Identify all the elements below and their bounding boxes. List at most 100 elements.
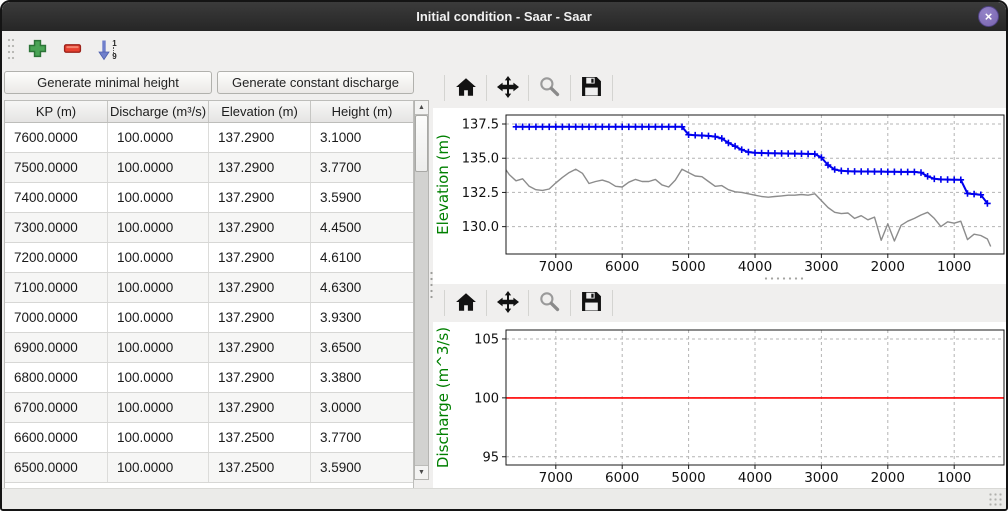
table-cell[interactable]: 137.2900	[209, 273, 311, 302]
table-cell[interactable]: 100.0000	[108, 363, 209, 392]
table-row[interactable]: 7000.0000100.0000137.29003.9300	[5, 303, 413, 333]
generate-constant-discharge-button[interactable]: Generate constant discharge	[217, 71, 414, 94]
table-cell[interactable]: 100.0000	[108, 423, 209, 452]
table-cell[interactable]: 137.2900	[209, 363, 311, 392]
remove-row-button[interactable]	[56, 35, 88, 65]
table-row[interactable]: 7300.0000100.0000137.29004.4500	[5, 213, 413, 243]
scrollbar-thumb[interactable]	[415, 115, 428, 172]
status-bar	[2, 488, 1006, 509]
table-cell[interactable]: 100.0000	[108, 393, 209, 422]
x-tick-label: 1000	[937, 259, 971, 275]
home-button[interactable]	[449, 73, 482, 103]
table-cell[interactable]: 6900.0000	[5, 333, 108, 362]
discharge-chart-canvas[interactable]: 700060005000400030002000100010510095Disc…	[433, 322, 1006, 488]
scroll-down-button[interactable]: ▼	[415, 465, 428, 479]
column-header: KP (m)	[5, 101, 108, 122]
table-cell[interactable]: 3.5900	[311, 183, 413, 212]
table-cell[interactable]: 4.6100	[311, 243, 413, 272]
table-cell[interactable]: 100.0000	[108, 153, 209, 182]
chart-pane-grip[interactable]	[763, 276, 805, 281]
zoom-icon	[539, 76, 560, 100]
table-cell[interactable]: 137.2900	[209, 213, 311, 242]
table-cell[interactable]: 100.0000	[108, 123, 209, 152]
table-cell[interactable]: 137.2900	[209, 393, 311, 422]
table-cell[interactable]: 3.1000	[311, 123, 413, 152]
table-cell[interactable]: 137.2900	[209, 183, 311, 212]
table-row[interactable]: 7500.0000100.0000137.29003.7700	[5, 153, 413, 183]
table-row[interactable]: 7600.0000100.0000137.29003.1000	[5, 123, 413, 153]
y-axis-label: Elevation (m)	[434, 134, 452, 235]
table-row[interactable]: 6800.0000100.0000137.29003.3800	[5, 363, 413, 393]
table-cell[interactable]: 137.2500	[209, 423, 311, 452]
table-cell[interactable]: 7100.0000	[5, 273, 108, 302]
table-cell[interactable]: 3.0000	[311, 393, 413, 422]
table-cell[interactable]: 7300.0000	[5, 213, 108, 242]
sort-rows-button[interactable]: 1 9	[91, 35, 123, 65]
elevation-chart-canvas[interactable]: 7000600050004000300020001000137.5135.013…	[433, 108, 1006, 284]
home-icon	[455, 77, 477, 100]
close-button[interactable]: ×	[978, 6, 999, 27]
table-cell[interactable]: 100.0000	[108, 273, 209, 302]
table-cell[interactable]: 3.5900	[311, 453, 413, 482]
table-cell[interactable]: 137.2900	[209, 153, 311, 182]
save-button[interactable]	[575, 288, 608, 318]
table-cell[interactable]: 7200.0000	[5, 243, 108, 272]
table-row[interactable]: 6600.0000100.0000137.25003.7700	[5, 423, 413, 453]
pan-button[interactable]	[491, 73, 524, 103]
y-tick-label: 132.5	[462, 186, 499, 201]
table-cell[interactable]: 3.9300	[311, 303, 413, 332]
table-cell[interactable]: 7400.0000	[5, 183, 108, 212]
window-resize-grip[interactable]	[988, 492, 1002, 506]
pan-icon	[497, 76, 519, 101]
y-tick-label: 135.0	[462, 152, 499, 167]
table-cell[interactable]: 4.4500	[311, 213, 413, 242]
table-row[interactable]: 6500.0000100.0000137.25003.5900	[5, 453, 413, 483]
table-cell[interactable]: 6600.0000	[5, 423, 108, 452]
main-toolbar: 1 9	[2, 31, 430, 69]
table-cell[interactable]: 6800.0000	[5, 363, 108, 392]
table-scrollbar[interactable]: ▲ ▼	[414, 100, 429, 480]
table-cell[interactable]: 100.0000	[108, 243, 209, 272]
table-cell[interactable]: 100.0000	[108, 333, 209, 362]
table-cell[interactable]: 137.2500	[209, 453, 311, 482]
table-row[interactable]: 6900.0000100.0000137.29003.6500	[5, 333, 413, 363]
table-cell[interactable]: 137.2900	[209, 303, 311, 332]
pan-button[interactable]	[491, 288, 524, 318]
zoom-button[interactable]	[533, 73, 566, 103]
table-cell[interactable]: 3.6500	[311, 333, 413, 362]
sort-1-9-icon: 1 9	[97, 39, 116, 61]
table-cell[interactable]: 3.7700	[311, 153, 413, 182]
table-cell[interactable]: 6500.0000	[5, 453, 108, 482]
home-button[interactable]	[449, 288, 482, 318]
table-cell[interactable]: 100.0000	[108, 183, 209, 212]
table-cell[interactable]: 4.6300	[311, 273, 413, 302]
save-button[interactable]	[575, 73, 608, 103]
generate-minimal-height-button[interactable]: Generate minimal height	[4, 71, 212, 94]
table-header: KP (m)Discharge (m³/s)Elevation (m)Heigh…	[5, 101, 413, 123]
table-row[interactable]: 7400.0000100.0000137.29003.5900	[5, 183, 413, 213]
table-cell[interactable]: 137.2900	[209, 243, 311, 272]
table-cell[interactable]: 7000.0000	[5, 303, 108, 332]
zoom-button[interactable]	[533, 288, 566, 318]
table-cell[interactable]: 100.0000	[108, 453, 209, 482]
toolbar-grip[interactable]	[7, 37, 15, 63]
add-row-button[interactable]	[21, 35, 53, 65]
table-cell[interactable]: 6700.0000	[5, 393, 108, 422]
table-row[interactable]: 7100.0000100.0000137.29004.6300	[5, 273, 413, 303]
x-tick-label: 2000	[871, 470, 905, 486]
x-tick-label: 6000	[605, 470, 639, 486]
table-cell[interactable]: 7500.0000	[5, 153, 108, 182]
table-cell[interactable]: 3.3800	[311, 363, 413, 392]
table-cell[interactable]: 100.0000	[108, 303, 209, 332]
table-cell[interactable]: 7600.0000	[5, 123, 108, 152]
titlebar[interactable]: Initial condition - Saar - Saar ×	[2, 2, 1006, 31]
scroll-up-button[interactable]: ▲	[415, 101, 428, 115]
close-icon: ×	[985, 9, 993, 24]
table-cell[interactable]: 3.7700	[311, 423, 413, 452]
table-row[interactable]: 6700.0000100.0000137.29003.0000	[5, 393, 413, 423]
table-row[interactable]: 7200.0000100.0000137.29004.6100	[5, 243, 413, 273]
table-cell[interactable]: 100.0000	[108, 213, 209, 242]
table-cell[interactable]: 137.2900	[209, 333, 311, 362]
x-tick-label: 3000	[804, 470, 838, 486]
table-cell[interactable]: 137.2900	[209, 123, 311, 152]
